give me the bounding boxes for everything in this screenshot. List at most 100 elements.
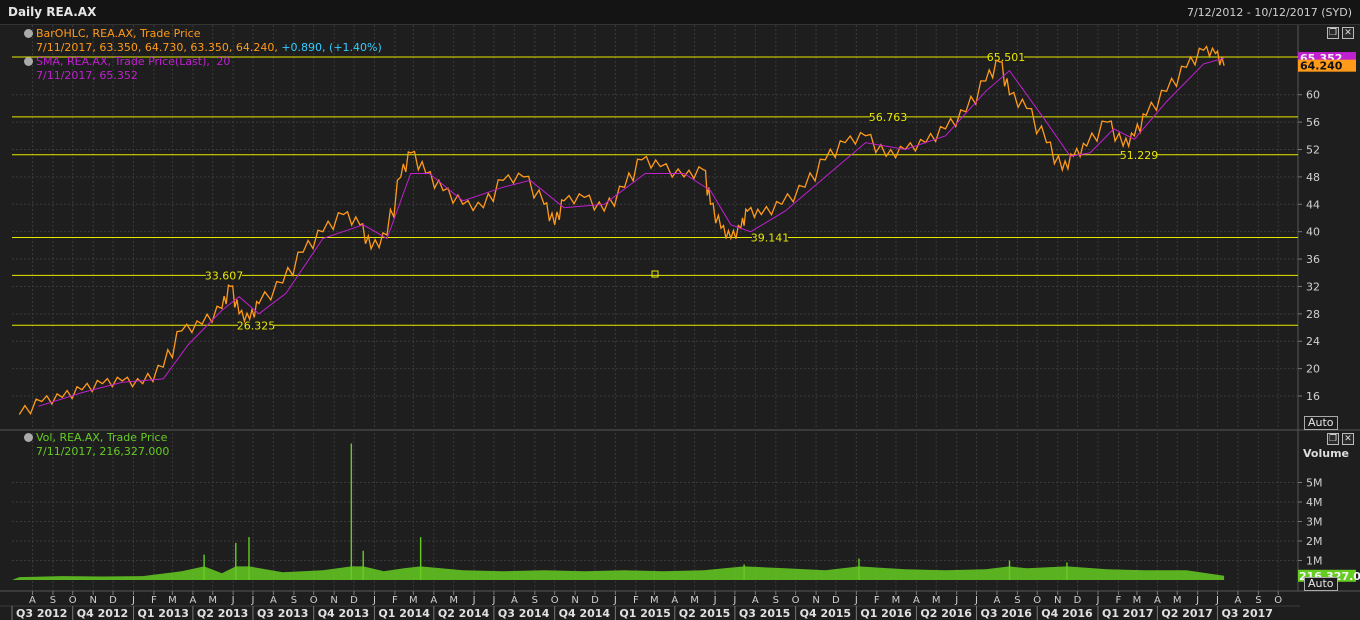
x-month-label: M — [168, 595, 177, 606]
x-month-label: M — [449, 595, 458, 606]
x-month-label: A — [994, 595, 1001, 606]
x-month-label: J — [372, 595, 376, 606]
x-quarter-label: Q2 2016 — [920, 607, 972, 620]
ohlc-change: +0.890, (+1.40%) — [281, 41, 382, 54]
y-tick-label: 36 — [1306, 253, 1320, 266]
x-quarter-label: Q3 2016 — [981, 607, 1033, 620]
x-month-label: J — [974, 595, 978, 606]
x-month-label: M — [1173, 595, 1182, 606]
series-settings-icon[interactable] — [24, 433, 33, 442]
legend-volume[interactable]: Vol, REA.AX, Trade Price 7/11/2017, 216,… — [24, 431, 169, 459]
x-month-label: J — [231, 595, 235, 606]
x-month-label: M — [690, 595, 699, 606]
x-month-label: J — [854, 595, 858, 606]
close-icon[interactable]: ✕ — [1342, 433, 1354, 445]
x-month-label: F — [392, 595, 398, 606]
y-tick-label: 3M — [1306, 516, 1323, 529]
x-month-label: N — [89, 595, 96, 606]
y-tick-label: 32 — [1306, 280, 1320, 293]
restore-icon[interactable]: ❐ — [1327, 27, 1339, 39]
x-month-label: S — [773, 595, 779, 606]
y-tick-label: 48 — [1306, 171, 1320, 184]
x-month-label: F — [151, 595, 157, 606]
x-quarter-label: Q3 2014 — [498, 607, 550, 620]
level-label: 56.763 — [869, 111, 908, 124]
level-label: 39.141 — [751, 232, 790, 245]
legend-ohlc[interactable]: BarOHLC, REA.AX, Trade Price 7/11/2017, … — [24, 27, 382, 55]
close-icon[interactable]: ✕ — [1342, 27, 1354, 39]
x-month-label: M — [932, 595, 941, 606]
auto-scale-button[interactable]: Auto — [1304, 416, 1338, 430]
x-month-label: A — [671, 595, 678, 606]
x-month-label: A — [913, 595, 920, 606]
x-month-label: M — [409, 595, 418, 606]
x-month-label: D — [832, 595, 840, 606]
price-tag-label: 64.240 — [1300, 60, 1343, 73]
x-month-label: D — [350, 595, 358, 606]
y-tick-label: 60 — [1306, 89, 1320, 102]
volume-axis: 1M 2M 3M 4M 5M — [1298, 477, 1323, 568]
x-quarter-label: Q2 2014 — [438, 607, 490, 620]
x-month-label: J — [1095, 595, 1099, 606]
x-month-label: S — [1255, 595, 1261, 606]
x-quarter-label: Q2 2017 — [1161, 607, 1212, 620]
x-month-label: S — [1014, 595, 1020, 606]
x-month-label: A — [752, 595, 759, 606]
x-month-label: M — [1133, 595, 1142, 606]
x-month-label: S — [50, 595, 56, 606]
x-month-label: D — [109, 595, 117, 606]
x-quarter-label: Q3 2015 — [739, 607, 790, 620]
x-month-label: F — [1116, 595, 1122, 606]
x-quarter-label: Q2 2013 — [197, 607, 248, 620]
x-month-label: M — [892, 595, 901, 606]
x-quarter-label: Q4 2016 — [1041, 607, 1093, 620]
x-month-label: J — [250, 595, 254, 606]
x-month-label: J — [1195, 595, 1199, 606]
x-month-label: A — [511, 595, 518, 606]
x-month-label: A — [189, 595, 196, 606]
x-month-label: D — [591, 595, 599, 606]
x-month-label: J — [491, 595, 495, 606]
y-tick-label: 16 — [1306, 390, 1320, 403]
level-label: 33.607 — [205, 269, 244, 282]
x-month-label: O — [69, 595, 77, 606]
y-tick-label: 20 — [1306, 363, 1320, 376]
level-label: 65.501 — [987, 51, 1026, 64]
x-quarter-label: Q1 2014 — [378, 607, 430, 620]
x-month-label: M — [650, 595, 659, 606]
x-month-label: D — [1074, 595, 1082, 606]
level-label: 51.229 — [1120, 149, 1159, 162]
y-tick-label: 52 — [1306, 143, 1320, 156]
x-month-label: F — [633, 595, 639, 606]
x-month-label: A — [29, 595, 36, 606]
series-settings-icon[interactable] — [24, 57, 33, 66]
x-month-label: F — [874, 595, 880, 606]
x-month-label: N — [1054, 595, 1061, 606]
y-tick-label: 40 — [1306, 226, 1320, 239]
series-settings-icon[interactable] — [24, 29, 33, 38]
x-month-label: A — [430, 595, 437, 606]
sma-title: SMA, REA.AX, Trade Price(Last), — [36, 55, 210, 68]
x-month-label: S — [532, 595, 538, 606]
y-tick-label: 44 — [1306, 198, 1320, 211]
legend-sma[interactable]: SMA, REA.AX, Trade Price(Last), 20 7/11/… — [24, 55, 230, 83]
x-month-label: O — [1033, 595, 1041, 606]
restore-icon[interactable]: ❐ — [1327, 433, 1339, 445]
x-month-label: O — [792, 595, 800, 606]
x-month-label: O — [310, 595, 318, 606]
x-month-label: J — [713, 595, 717, 606]
x-month-label: N — [812, 595, 819, 606]
y-tick-label: 28 — [1306, 308, 1320, 321]
x-month-label: J — [131, 595, 135, 606]
level-label: 26.325 — [237, 319, 276, 332]
x-month-label: A — [1235, 595, 1242, 606]
y-tick-label: 24 — [1306, 335, 1320, 348]
chart-canvas[interactable]: 65.501 56.763 51.229 39.141 33.607 26.325 16 2… — [0, 0, 1360, 620]
x-quarter-label: Q4 2015 — [800, 607, 851, 620]
x-quarter-label: Q3 2012 — [16, 607, 67, 620]
x-quarter-label: Q4 2013 — [318, 607, 369, 620]
y-axis: 16 20 24 28 32 36 40 44 48 52 56 60 — [1298, 89, 1320, 403]
x-quarter-label: Q1 2015 — [619, 607, 670, 620]
volume-auto-scale-button[interactable]: Auto — [1304, 577, 1338, 591]
ohlc-title: BarOHLC, REA.AX, Trade Price — [36, 27, 201, 40]
